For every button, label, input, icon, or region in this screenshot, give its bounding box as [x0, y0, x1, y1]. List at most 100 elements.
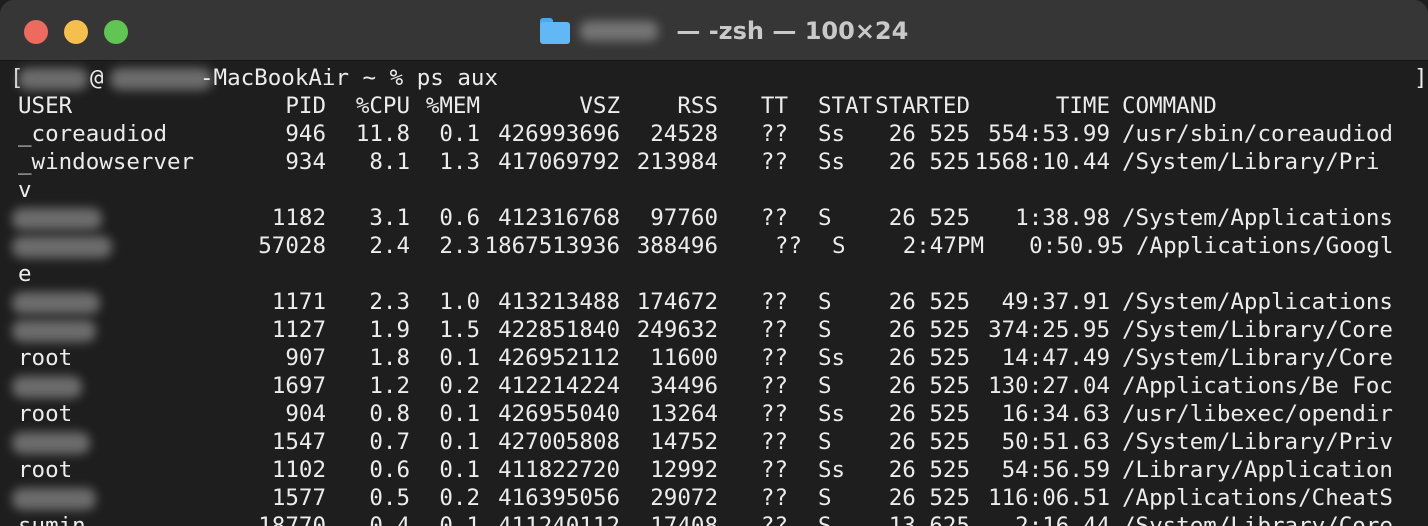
terminal-content[interactable]: [ @ -MacBookAir ~ % ps aux ] USER PID %CPU… — [0, 61, 1428, 526]
process-row: 1182 3.1 0.6 412316768 97760?? S 26 525 1:38.98… — [12, 204, 1418, 232]
cell-stat: S — [818, 205, 832, 231]
process-row: 57028 2.4 2.3 1867513936 388496?? S 2:47PM 0:50… — [12, 232, 1418, 260]
cell-time: 54:56.59 — [1001, 457, 1110, 483]
cell-pid: 1577 — [271, 485, 326, 511]
cell-mem: 1.5 — [439, 317, 480, 343]
title-bar[interactable]: — -zsh — 100×24 — [0, 0, 1428, 61]
cell-tt: ?? — [760, 401, 788, 427]
cell-time: 554:53.99 — [988, 121, 1110, 147]
cell-tt: ?? — [760, 205, 788, 231]
cell-rss: 11600 — [650, 345, 718, 371]
process-row: 1171 2.3 1.0 413213488 174672?? S 26 525 49:37.… — [12, 288, 1418, 316]
cell-started: 26 525 — [888, 373, 970, 399]
column-header-rss: RSS — [677, 93, 718, 119]
cell-stat: S — [818, 373, 832, 399]
cell-vsz: 417069792 — [498, 149, 620, 175]
cell-pid: 57028 — [258, 233, 326, 259]
process-row: 1577 0.5 0.2 416395056 29072?? S 26 525 116:06.… — [12, 484, 1418, 512]
cell-vsz: 411240112 — [498, 513, 620, 526]
cell-command: /Applications/CheatS — [1122, 485, 1393, 511]
cell-stat: S — [818, 429, 832, 455]
cell-rss: 249632 — [636, 317, 718, 343]
cell-rss: 174672 — [636, 289, 718, 315]
cell-command: /System/Library/Pri — [1122, 149, 1380, 175]
cell-mem: 0.2 — [439, 485, 480, 511]
prompt-line: [ @ -MacBookAir ~ % ps aux — [10, 64, 498, 92]
cell-cpu: 1.2 — [369, 373, 410, 399]
cell-started: 26 525 — [888, 317, 970, 343]
cell-user: root — [18, 457, 73, 483]
cell-command: /System/Library/Core — [1122, 317, 1393, 343]
redacted-user — [12, 488, 96, 510]
ps-header-row: USER PID %CPU %MEM VSZ RSS TT STAT STARTED TIME CO… — [18, 92, 1418, 120]
cell-time: 0:50.95 — [1029, 233, 1124, 259]
cell-stat: S — [818, 317, 832, 343]
cell-time: 2:16.44 — [1015, 513, 1110, 526]
cell-vsz: 426955040 — [498, 401, 620, 427]
cell-tt: ?? — [760, 513, 788, 526]
cell-started: 26 525 — [888, 205, 970, 231]
cell-tt: ?? — [760, 121, 788, 147]
close-window-button[interactable] — [24, 20, 48, 44]
process-row: _windowserver 934 8.1 1.3 417069792 213984?? S… — [18, 148, 1418, 176]
process-row: root 1102 0.6 0.1 411822720 12992?? Ss 26 525 54… — [18, 456, 1418, 484]
zoom-window-button[interactable] — [104, 20, 128, 44]
cell-started: 26 525 — [888, 121, 970, 147]
cell-time: 14:47.49 — [1001, 345, 1110, 371]
cell-cpu: 2.3 — [369, 289, 410, 315]
cell-cpu: 2.4 — [369, 233, 410, 259]
cell-command: /Applications/Googl — [1136, 233, 1394, 259]
terminal-window: — -zsh — 100×24 [ @ -MacBookAir ~ % ps a… — [0, 0, 1428, 526]
cell-tt: ?? — [760, 373, 788, 399]
cell-command: /System/Applications — [1122, 205, 1393, 231]
cell-command: /System/Applications — [1122, 289, 1393, 315]
cell-rss: 213984 — [636, 149, 718, 175]
cell-pid: 907 — [285, 345, 326, 371]
cell-command: /usr/sbin/coreaudiod — [1122, 121, 1393, 147]
cell-tt: ?? — [760, 457, 788, 483]
cell-cpu: 8.1 — [369, 149, 410, 175]
cell-started: 26 525 — [888, 289, 970, 315]
cell-command: /System/Library/Priv — [1122, 429, 1393, 455]
cell-rss: 14752 — [650, 429, 718, 455]
cell-rss: 97760 — [650, 205, 718, 231]
cell-user: _coreaudiod — [18, 121, 168, 147]
column-header-user: USER — [18, 93, 73, 119]
prompt-at: @ — [90, 65, 104, 91]
column-header-time: TIME — [1055, 93, 1110, 119]
cell-mem: 0.1 — [439, 429, 480, 455]
cell-mem: 0.1 — [439, 121, 480, 147]
cell-time: 16:34.63 — [1001, 401, 1110, 427]
cell-time: 130:27.04 — [988, 373, 1110, 399]
cell-tt: ?? — [760, 317, 788, 343]
cell-pid: 1171 — [271, 289, 326, 315]
cell-pid: 1127 — [271, 317, 326, 343]
redacted-folder-name — [580, 21, 658, 41]
cell-mem: 0.2 — [439, 373, 480, 399]
cell-tt: ?? — [760, 485, 788, 511]
minimize-window-button[interactable] — [64, 20, 88, 44]
cell-tt: ?? — [760, 149, 788, 175]
column-header-started: STARTED — [875, 93, 970, 119]
redacted-user — [12, 236, 112, 258]
cell-command: /System/Library/Core — [1122, 513, 1393, 526]
window-title-text: — -zsh — 100×24 — [668, 17, 909, 45]
cell-cpu: 0.6 — [369, 457, 410, 483]
cell-pid: 1697 — [271, 373, 326, 399]
cell-started: 26 525 — [888, 345, 970, 371]
cell-time: 50:51.63 — [1001, 429, 1110, 455]
cell-started: 26 525 — [888, 149, 970, 175]
column-header-mem: %MEM — [425, 93, 480, 119]
cell-cpu: 1.8 — [369, 345, 410, 371]
cell-mem: 2.3 — [439, 233, 480, 259]
cell-vsz: 413213488 — [498, 289, 620, 315]
cell-user: sumin — [18, 513, 86, 526]
cell-pid: 946 — [285, 121, 326, 147]
process-row: 1697 1.2 0.2 412214224 34496?? S 26 525 130:27.… — [12, 372, 1418, 400]
cell-pid: 934 — [285, 149, 326, 175]
cell-command-wrap: v — [18, 177, 32, 203]
cell-user: _windowserver — [18, 149, 195, 175]
cell-command: /Applications/Be Foc — [1122, 373, 1393, 399]
redacted-hostname — [110, 68, 212, 90]
redacted-user — [12, 208, 102, 230]
